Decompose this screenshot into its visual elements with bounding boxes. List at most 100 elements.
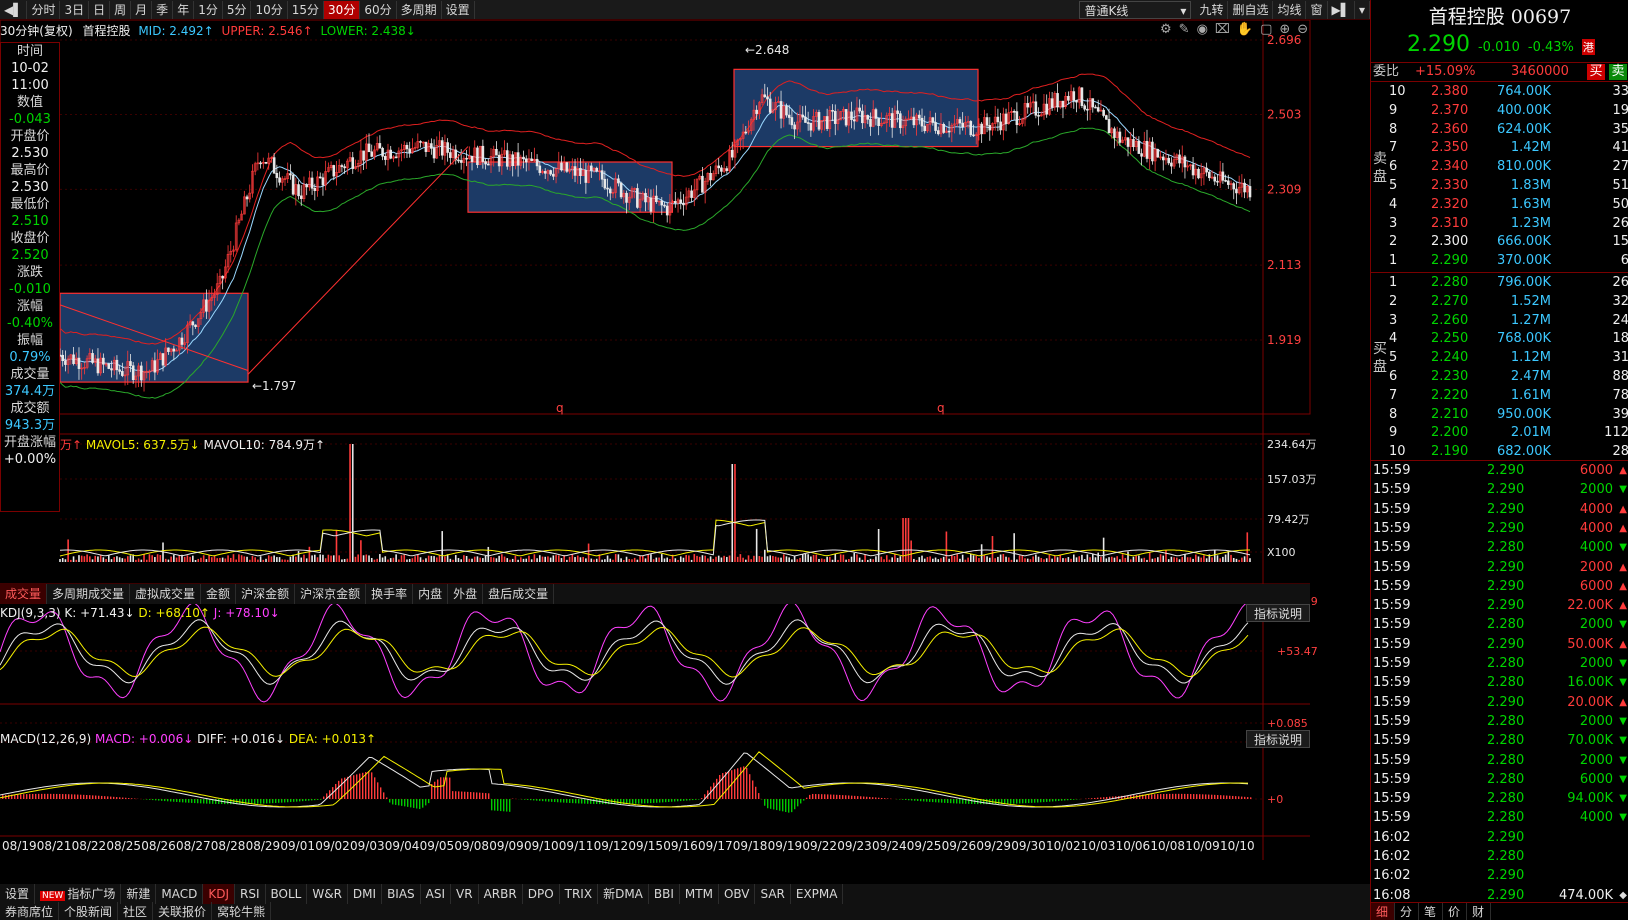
- period-button[interactable]: 1分: [194, 0, 223, 19]
- orderbook-row[interactable]: 10 2.190 682.00K 28: [1389, 443, 1628, 461]
- tab-volume-tabs-6[interactable]: 换手率: [366, 584, 414, 604]
- tab-indicator_tabs-0[interactable]: 设置: [0, 884, 36, 904]
- orderbook-row[interactable]: 7 2.350 1.42M 41: [1389, 139, 1628, 157]
- period-button[interactable]: 年: [173, 0, 195, 19]
- jiuzhuan-button[interactable]: 九转: [1195, 1, 1229, 19]
- tab-volume-tabs-0[interactable]: 成交量: [0, 584, 48, 604]
- tab-indicator_tabs-16[interactable]: BBI: [649, 884, 680, 904]
- macd-histogram-bar: [152, 799, 154, 801]
- tab-indicator_tabs-5[interactable]: RSI: [235, 884, 266, 904]
- kdj-explain-button[interactable]: 指标说明: [1246, 604, 1310, 622]
- sell-button[interactable]: 卖: [1609, 64, 1627, 80]
- period-button[interactable]: 季: [152, 0, 174, 19]
- quote-tab-4[interactable]: 财: [1467, 903, 1491, 920]
- tab-indicator_tabs-4[interactable]: KDJ: [203, 884, 236, 904]
- zoom-out-icon[interactable]: ⊖: [1297, 22, 1308, 37]
- kline-type-select[interactable]: 普通K线 ▾: [1079, 1, 1192, 19]
- tab-bottom_tabs-2[interactable]: 社区: [118, 902, 154, 920]
- ma-button[interactable]: 均线: [1273, 1, 1307, 19]
- tab-indicator_tabs-8[interactable]: DMI: [348, 884, 383, 904]
- tab-indicator_tabs-15[interactable]: 新DMA: [598, 884, 649, 904]
- orderbook-row[interactable]: 5 2.240 1.12M 31: [1389, 349, 1628, 367]
- pen-icon[interactable]: ✎: [1179, 22, 1190, 37]
- orderbook-row[interactable]: 8 2.210 950.00K 39: [1389, 406, 1628, 424]
- tab-volume-tabs-2[interactable]: 虚拟成交量: [130, 584, 202, 604]
- orderbook-row[interactable]: 2 2.270 1.52M 32: [1389, 293, 1628, 311]
- tab-indicator_tabs-2[interactable]: 新建: [121, 884, 157, 904]
- tab-indicator_tabs-19[interactable]: SAR: [755, 884, 791, 904]
- period-button[interactable]: 月: [131, 0, 153, 19]
- tab-volume-tabs-8[interactable]: 外盘: [448, 584, 484, 604]
- tab-volume-tabs-4[interactable]: 沪深金额: [236, 584, 296, 604]
- tab-indicator_tabs-13[interactable]: DPO: [523, 884, 560, 904]
- tab-indicator_tabs-6[interactable]: BOLL: [266, 884, 308, 904]
- orderbook-row[interactable]: 8 2.360 624.00K 35: [1389, 121, 1628, 139]
- tab-indicator_tabs-14[interactable]: TRIX: [560, 884, 599, 904]
- orderbook-row[interactable]: 7 2.220 1.61M 78: [1389, 387, 1628, 405]
- tab-indicator_tabs-18[interactable]: OBV: [719, 884, 756, 904]
- tab-volume-tabs-1[interactable]: 多周期成交量: [47, 584, 131, 604]
- quote-tab-3[interactable]: 价: [1443, 903, 1467, 920]
- period-button[interactable]: 30分: [324, 0, 361, 19]
- period-button[interactable]: 10分: [251, 0, 288, 19]
- tab-bottom_tabs-1[interactable]: 个股新闻: [59, 902, 119, 920]
- orderbook-row[interactable]: 3 2.310 1.23M 26: [1389, 215, 1628, 233]
- period-button[interactable]: 分时: [27, 0, 61, 19]
- orderbook-row[interactable]: 1 2.290 370.00K 6: [1389, 252, 1628, 270]
- tab-indicator_tabs-10[interactable]: ASI: [421, 884, 452, 904]
- orderbook-row[interactable]: 2 2.300 666.00K 15: [1389, 233, 1628, 251]
- tab-indicator_tabs-1[interactable]: NEW 指标广场: [35, 884, 122, 904]
- eye-icon[interactable]: ◉: [1197, 22, 1208, 37]
- buy-button[interactable]: 买: [1587, 64, 1605, 80]
- quote-tab-0[interactable]: 细: [1371, 903, 1395, 920]
- tab-volume-tabs-3[interactable]: 金额: [201, 584, 237, 604]
- window-button[interactable]: 窗: [1306, 1, 1328, 19]
- orderbook-row[interactable]: 4 2.320 1.63M 50: [1389, 196, 1628, 214]
- orderbook-row[interactable]: 6 2.340 810.00K 27: [1389, 158, 1628, 176]
- macd-explain-button[interactable]: 指标说明: [1246, 730, 1310, 748]
- orderbook-row[interactable]: 6 2.230 2.47M 88: [1389, 368, 1628, 386]
- quote-tab-2[interactable]: 笔: [1419, 903, 1443, 920]
- tab-indicator_tabs-12[interactable]: ARBR: [479, 884, 523, 904]
- settings-icon[interactable]: ⚙: [1160, 22, 1172, 37]
- tab-bottom_tabs-0[interactable]: 券商席位: [0, 902, 60, 920]
- period-button[interactable]: 3日: [60, 0, 90, 19]
- tab-indicator_tabs-3[interactable]: MACD: [156, 884, 204, 904]
- orderbook-row[interactable]: 9 2.200 2.01M 112: [1389, 424, 1628, 442]
- volume-bar: [468, 558, 471, 562]
- trash-icon[interactable]: ⌧: [1215, 22, 1230, 37]
- period-button[interactable]: 设置: [442, 0, 475, 19]
- tab-indicator_tabs-17[interactable]: MTM: [680, 884, 719, 904]
- period-button[interactable]: 60分: [360, 0, 397, 19]
- next-arrow-icon[interactable]: ▶▌: [1328, 1, 1355, 19]
- tab-volume-tabs-7[interactable]: 内盘: [413, 584, 449, 604]
- prev-arrow-icon[interactable]: ◀▌: [0, 0, 28, 19]
- orderbook-row[interactable]: 10 2.380 764.00K 33: [1389, 83, 1628, 101]
- period-button[interactable]: 周: [110, 0, 132, 19]
- orderbook-row[interactable]: 9 2.370 400.00K 19: [1389, 102, 1628, 120]
- period-button[interactable]: 15分: [288, 0, 325, 19]
- tab-indicator_tabs-7[interactable]: W&R: [307, 884, 348, 904]
- tab-indicator_tabs-11[interactable]: VR: [451, 884, 479, 904]
- tab-volume-tabs-5[interactable]: 沪深京金额: [295, 584, 367, 604]
- orderbook-row[interactable]: 1 2.280 796.00K 26: [1389, 274, 1628, 292]
- zoom-in-icon[interactable]: ⊕: [1279, 22, 1290, 37]
- period-button[interactable]: 日: [89, 0, 111, 19]
- volume-bar: [736, 556, 739, 562]
- orderbook-row[interactable]: 3 2.260 1.27M 24: [1389, 312, 1628, 330]
- lock-icon[interactable]: ▢: [1260, 22, 1272, 37]
- tab-bottom_tabs-3[interactable]: 关联报价: [153, 902, 213, 920]
- menu-dropdown-icon[interactable]: ▾: [1355, 1, 1370, 19]
- tab-indicator_tabs-9[interactable]: BIAS: [382, 884, 421, 904]
- tab-indicator_tabs-20[interactable]: EXPMA: [791, 884, 844, 904]
- kline-chart-area[interactable]: 2.6962.5032.3092.1131.919←2.648←1.797q q2…: [0, 20, 1370, 920]
- quote-tab-1[interactable]: 分: [1395, 903, 1419, 920]
- orderbook-row[interactable]: 5 2.330 1.83M 51: [1389, 177, 1628, 195]
- remove-watchlist-button[interactable]: 删自选: [1228, 1, 1274, 19]
- tab-volume-tabs-9[interactable]: 盘后成交量: [483, 584, 555, 604]
- hand-icon[interactable]: ✋: [1237, 22, 1253, 37]
- orderbook-row[interactable]: 4 2.250 768.00K 18: [1389, 330, 1628, 348]
- period-button[interactable]: 5分: [223, 0, 252, 19]
- tab-bottom_tabs-4[interactable]: 窝轮牛熊: [212, 902, 272, 920]
- period-button[interactable]: 多周期: [397, 0, 442, 19]
